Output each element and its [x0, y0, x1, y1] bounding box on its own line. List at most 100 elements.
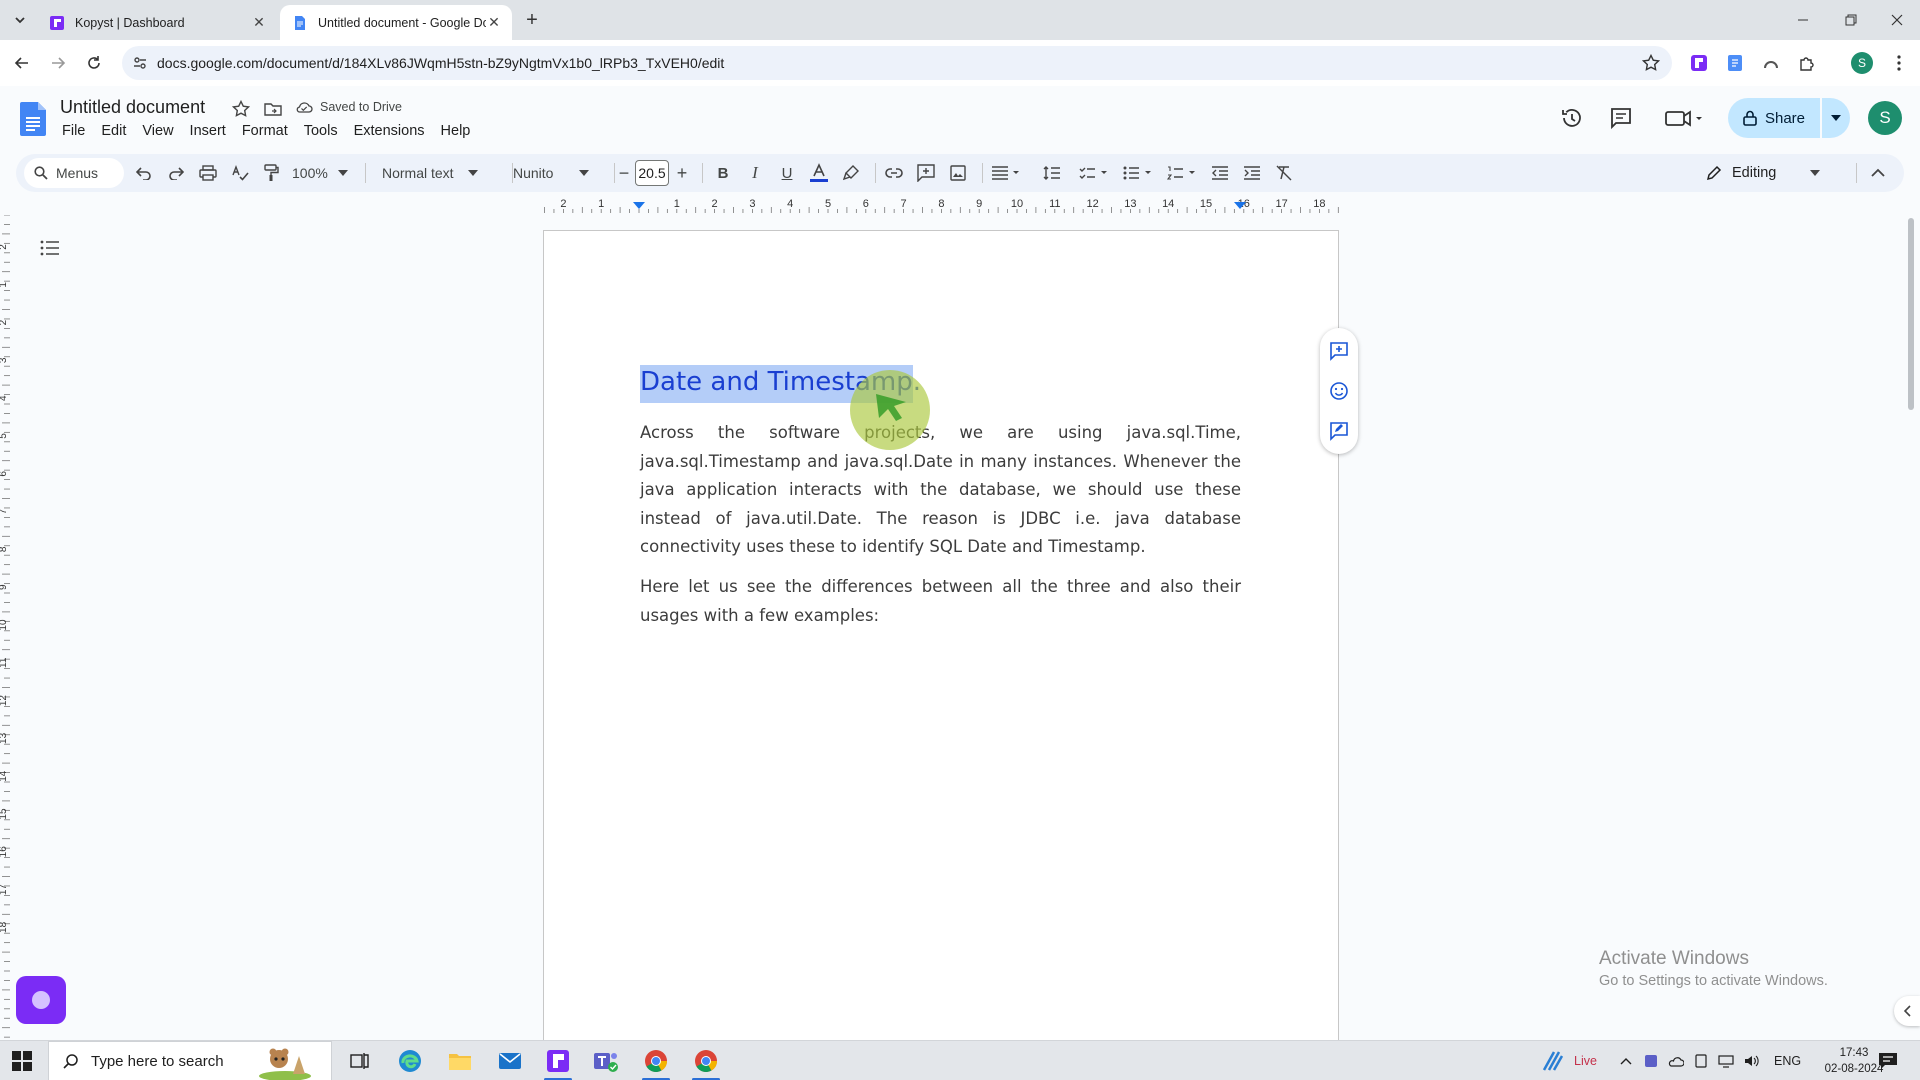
print-button[interactable] [196, 161, 220, 185]
menu-insert[interactable]: Insert [182, 123, 234, 139]
teams-tray-icon[interactable] [1644, 1054, 1658, 1068]
chevron-up-icon[interactable] [1620, 1057, 1632, 1065]
insert-image-button[interactable] [946, 161, 970, 185]
vertical-ruler[interactable]: 2123456789101112131415161718 [0, 215, 16, 1040]
extension-arc-icon[interactable] [1760, 52, 1782, 74]
close-tab-icon[interactable]: ✕ [251, 14, 267, 31]
highlight-color-button[interactable] [839, 161, 863, 185]
new-tab-button[interactable]: + [520, 8, 544, 32]
notifications-button[interactable] [1870, 1045, 1906, 1077]
taskbar-chrome-profile-app[interactable] [686, 1045, 726, 1080]
spellcheck-button[interactable] [228, 161, 252, 185]
menu-format[interactable]: Format [234, 123, 296, 139]
document-title[interactable]: Untitled document [60, 97, 205, 118]
close-window-button[interactable] [1874, 0, 1920, 40]
docs-extension-icon[interactable] [1724, 52, 1746, 74]
body-paragraph[interactable]: Across the software projects, we are usi… [640, 419, 1241, 562]
add-comment-button[interactable] [914, 161, 938, 185]
account-avatar[interactable]: S [1868, 101, 1902, 135]
reload-button[interactable] [82, 51, 106, 75]
document-outline-icon[interactable] [40, 240, 60, 256]
text-color-button[interactable] [807, 161, 831, 185]
forward-button[interactable] [46, 51, 70, 75]
taskbar-kopyst-app[interactable] [538, 1045, 578, 1080]
docs-logo-icon[interactable] [20, 102, 46, 136]
menu-help[interactable]: Help [433, 123, 479, 139]
taskbar-search[interactable]: Type here to search [48, 1041, 332, 1080]
bold-button[interactable]: B [711, 161, 735, 185]
tab-kopyst-dashboard[interactable]: Kopyst | Dashboard ✕ [37, 5, 277, 40]
redo-button[interactable] [164, 161, 188, 185]
device-icon[interactable] [1694, 1054, 1708, 1068]
move-folder-icon[interactable] [264, 101, 282, 117]
minimize-button[interactable] [1780, 0, 1826, 40]
menu-tools[interactable]: Tools [296, 123, 346, 139]
document-page[interactable]: Date and Timestamp. Across the software … [543, 230, 1339, 1060]
add-comment-float-button[interactable] [1328, 340, 1350, 362]
menu-file[interactable]: File [54, 123, 93, 139]
italic-button[interactable]: I [743, 161, 767, 185]
align-button[interactable] [988, 161, 1024, 185]
menu-extensions[interactable]: Extensions [346, 123, 433, 139]
add-emoji-reaction-button[interactable] [1328, 380, 1350, 402]
decrease-indent-button[interactable] [1208, 161, 1232, 185]
font-size-input[interactable]: 20.5 [635, 160, 669, 186]
star-icon[interactable] [232, 100, 250, 118]
network-icon[interactable] [1718, 1054, 1734, 1068]
clear-formatting-button[interactable] [1272, 161, 1296, 185]
back-button[interactable] [10, 51, 34, 75]
site-info-icon[interactable] [132, 55, 148, 71]
taskbar-mail-app[interactable] [490, 1045, 530, 1077]
comments-button[interactable] [1607, 104, 1635, 132]
bookmark-star-icon[interactable] [1642, 54, 1660, 72]
paragraph-style-select[interactable]: Normal text [382, 161, 502, 185]
line-spacing-button[interactable] [1040, 161, 1064, 185]
task-view-button[interactable] [340, 1045, 380, 1077]
paint-format-button[interactable] [260, 161, 284, 185]
menu-edit[interactable]: Edit [93, 123, 134, 139]
decrease-font-size-button[interactable]: − [613, 161, 635, 185]
font-select[interactable]: Nunito [513, 161, 607, 185]
side-panel-toggle[interactable] [1894, 996, 1920, 1026]
tab-google-docs[interactable]: Untitled document - Google Docs ✕ [280, 5, 512, 40]
menus-search[interactable]: Menus [24, 158, 124, 188]
editing-mode-select[interactable]: Editing [1706, 161, 1846, 185]
vertical-scrollbar[interactable] [1908, 218, 1914, 410]
suggest-edits-button[interactable] [1328, 420, 1350, 442]
share-button[interactable]: Share [1728, 98, 1820, 138]
language-indicator[interactable]: ENG [1774, 1054, 1801, 1068]
taskbar-teams-app[interactable] [586, 1045, 626, 1077]
tab-search-button[interactable] [8, 8, 32, 32]
taskbar-edge-app[interactable] [390, 1045, 430, 1077]
increase-indent-button[interactable] [1240, 161, 1264, 185]
taskbar-chrome-app[interactable] [636, 1045, 676, 1080]
insert-link-button[interactable] [882, 161, 906, 185]
body-paragraph[interactable]: Here let us see the differences between … [640, 573, 1241, 630]
version-history-button[interactable] [1558, 104, 1586, 132]
share-options-button[interactable] [1822, 98, 1850, 138]
onedrive-icon[interactable] [1668, 1055, 1684, 1067]
hide-menus-button[interactable] [1866, 161, 1890, 185]
menu-view[interactable]: View [134, 123, 181, 139]
weather-widget[interactable]: Live [1540, 1041, 1597, 1080]
numbered-list-button[interactable] [1164, 161, 1200, 185]
horizontal-ruler[interactable]: 21123456789101112131415161718 [543, 198, 1339, 214]
address-bar[interactable]: docs.google.com/document/d/184XLv86JWqmH… [122, 46, 1672, 80]
restore-button[interactable] [1828, 0, 1874, 40]
kopyst-recorder-button[interactable] [16, 976, 66, 1024]
save-status[interactable]: Saved to Drive [295, 100, 402, 114]
zoom-select[interactable]: 100% [292, 161, 352, 185]
increase-font-size-button[interactable]: + [671, 161, 693, 185]
windows-start-icon[interactable] [12, 1051, 32, 1071]
bulleted-list-button[interactable] [1120, 161, 1156, 185]
close-tab-icon[interactable]: ✕ [486, 14, 502, 31]
kopyst-extension-icon[interactable] [1688, 52, 1710, 74]
volume-icon[interactable] [1744, 1054, 1760, 1068]
extensions-puzzle-icon[interactable] [1796, 52, 1818, 74]
checklist-button[interactable] [1076, 161, 1112, 185]
underline-button[interactable]: U [775, 161, 799, 185]
meet-button[interactable] [1662, 104, 1706, 132]
browser-menu-button[interactable] [1888, 52, 1910, 74]
undo-button[interactable] [132, 161, 156, 185]
search-highlight-doodle-icon[interactable] [257, 1044, 313, 1080]
